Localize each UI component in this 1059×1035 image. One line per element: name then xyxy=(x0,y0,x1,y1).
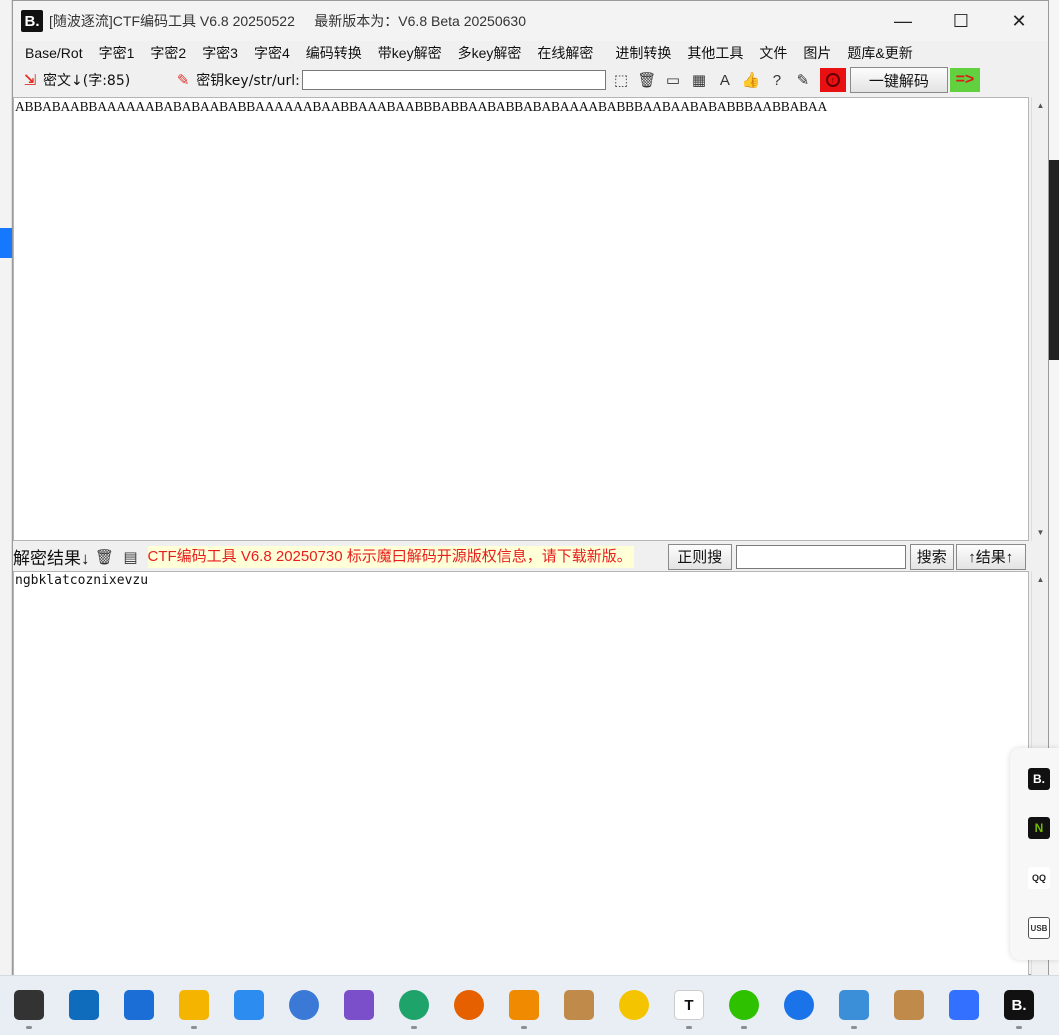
maximize-button[interactable]: ☐ xyxy=(932,1,990,41)
menu-online-decrypt[interactable]: 在线解密 xyxy=(529,43,601,63)
result-label: 解密结果↓ xyxy=(13,549,90,568)
tray-overflow-panel: B. N QQ USB xyxy=(1010,748,1059,960)
menu-encoding-convert[interactable]: 编码转换 xyxy=(298,43,370,63)
menu-zimi-2[interactable]: 字密2 xyxy=(142,43,194,63)
menu-questions-update[interactable]: 题库&更新 xyxy=(839,43,920,63)
menu-zimi-4[interactable]: 字密4 xyxy=(246,43,298,63)
notepad-app-icon[interactable] xyxy=(839,990,869,1020)
vm-app-icon[interactable] xyxy=(509,990,539,1020)
blue-app-icon[interactable] xyxy=(234,990,264,1020)
key-edit-icon[interactable]: ✎ xyxy=(172,69,194,91)
scroll-up-icon[interactable]: ▲ xyxy=(1032,97,1049,114)
calculator-icon[interactable]: ▦ xyxy=(688,69,710,91)
typora-app-icon[interactable]: T xyxy=(674,990,704,1020)
menu-file[interactable]: 文件 xyxy=(751,43,795,63)
help-icon[interactable]: ? xyxy=(766,69,788,91)
menu-zimi-1[interactable]: 字密1 xyxy=(91,43,143,63)
app-logo-icon: B. xyxy=(21,10,43,32)
background-window-left xyxy=(0,0,12,1035)
trash-icon[interactable]: 🗑 xyxy=(636,69,658,91)
package-app-icon[interactable] xyxy=(564,990,594,1020)
search-input[interactable] xyxy=(735,544,906,569)
running-indicator xyxy=(741,1026,747,1029)
menu-other-tools[interactable]: 其他工具 xyxy=(679,43,751,63)
search-button[interactable]: 搜索 xyxy=(909,543,954,570)
menu-image[interactable]: 图片 xyxy=(795,43,839,63)
thumbs-up-icon[interactable]: 👍 xyxy=(740,69,762,91)
cipher-label: 密文↓(字:85) xyxy=(43,73,131,89)
scroll-down-icon[interactable]: ▼ xyxy=(1032,524,1049,541)
firefox-browser-icon[interactable] xyxy=(454,990,484,1020)
terminal-app-icon[interactable] xyxy=(14,990,44,1020)
toolbar: ⇲ 密文↓(字:85) ✎ 密钥key/str/url: ⬚ 🗑 ▭ ▦ A 👍… xyxy=(13,65,1048,95)
clear-result-icon[interactable]: 🗑 xyxy=(94,546,116,568)
running-indicator xyxy=(521,1026,527,1029)
nvidia-tray-icon[interactable]: N xyxy=(1028,817,1050,839)
running-indicator xyxy=(411,1026,417,1029)
sunlogin-app-icon[interactable] xyxy=(619,990,649,1020)
scroll-up-icon[interactable]: ▲ xyxy=(1032,571,1049,588)
running-indicator xyxy=(686,1026,692,1029)
font-icon[interactable]: A xyxy=(714,69,736,91)
background-accent xyxy=(0,228,12,258)
file-explorer-icon[interactable] xyxy=(179,990,209,1020)
taskbar: T B. xyxy=(0,975,1059,1035)
ctf-tool-app-icon[interactable]: B. xyxy=(1004,990,1034,1020)
key-input[interactable] xyxy=(301,70,606,90)
next-arrow-button[interactable]: => xyxy=(949,68,980,92)
menu-zimi-3[interactable]: 字密3 xyxy=(194,43,246,63)
thunder-app-icon[interactable] xyxy=(784,990,814,1020)
running-indicator xyxy=(851,1026,857,1029)
running-indicator xyxy=(1016,1026,1022,1029)
cipher-scrollbar[interactable]: ▲ ▼ xyxy=(1031,97,1048,541)
mathtype-app-icon[interactable] xyxy=(124,990,154,1020)
edit-icon[interactable]: ✎ xyxy=(792,69,814,91)
visual-studio-icon[interactable] xyxy=(344,990,374,1020)
result-to-cipher-button[interactable]: ↑结果↑ xyxy=(955,543,1026,570)
settings-app-icon[interactable] xyxy=(289,990,319,1020)
menu-base-rot[interactable]: Base/Rot xyxy=(17,45,91,61)
store-app-icon[interactable] xyxy=(69,990,99,1020)
copy-result-icon[interactable]: ▤ xyxy=(120,546,142,568)
menu-key-decrypt[interactable]: 带key解密 xyxy=(370,43,450,63)
result-textarea[interactable]: ngbklatcoznixevzu xyxy=(13,571,1029,976)
menu-multi-key-decrypt[interactable]: 多key解密 xyxy=(450,43,530,63)
one-click-decode-button[interactable]: 一键解码 xyxy=(849,67,948,93)
running-indicator xyxy=(26,1026,32,1029)
wechat-app-icon[interactable] xyxy=(729,990,759,1020)
running-indicator xyxy=(191,1026,197,1029)
key-label: 密钥key/str/url: xyxy=(196,73,300,89)
terminal-icon[interactable]: ▭ xyxy=(662,69,684,91)
menu-bar: Base/Rot 字密1 字密2 字密3 字密4 编码转换 带key解密 多ke… xyxy=(13,41,1048,65)
cipher-textarea[interactable]: ABBABAABBAAAAAABABABAABABBAAAAAABAABBAAA… xyxy=(13,97,1029,541)
usb-tray-icon[interactable]: USB xyxy=(1028,917,1050,939)
menu-base-convert[interactable]: 进制转换 xyxy=(607,43,679,63)
ctf-tool-window: B. [随波逐流]CTF编码工具 V6.8 20250522 最新版本为：V6.… xyxy=(12,0,1049,976)
select-cursor-icon[interactable]: ⬚ xyxy=(610,69,632,91)
qq-tray-icon[interactable]: QQ xyxy=(1028,867,1050,889)
title-bar[interactable]: B. [随波逐流]CTF编码工具 V6.8 20250522 最新版本为：V6.… xyxy=(13,1,1048,41)
upload-button[interactable]: ↑ xyxy=(819,68,846,92)
package-2-app-icon[interactable] xyxy=(894,990,924,1020)
import-cipher-icon[interactable]: ⇲ xyxy=(19,69,41,91)
ctf-tool-tray-icon[interactable]: B. xyxy=(1028,768,1050,790)
upload-arrow-icon: ↑ xyxy=(825,73,840,87)
update-notice: CTF编码工具 V6.8 20250730 标示魔曰解码开源版权信息，请下载新版… xyxy=(147,545,634,568)
edge-browser-icon[interactable] xyxy=(399,990,429,1020)
background-dark-strip xyxy=(1049,160,1059,360)
minimize-button[interactable]: — xyxy=(874,1,932,41)
window-title: [随波逐流]CTF编码工具 V6.8 20250522 最新版本为：V6.8 B… xyxy=(49,13,526,29)
close-button[interactable]: ✕ xyxy=(990,1,1048,41)
feishu-app-icon[interactable] xyxy=(949,990,979,1020)
regex-search-button[interactable]: 正则搜 xyxy=(667,543,732,570)
result-bar: 解密结果↓ 🗑 ▤ CTF编码工具 V6.8 20250730 标示魔曰解码开源… xyxy=(13,542,1048,571)
